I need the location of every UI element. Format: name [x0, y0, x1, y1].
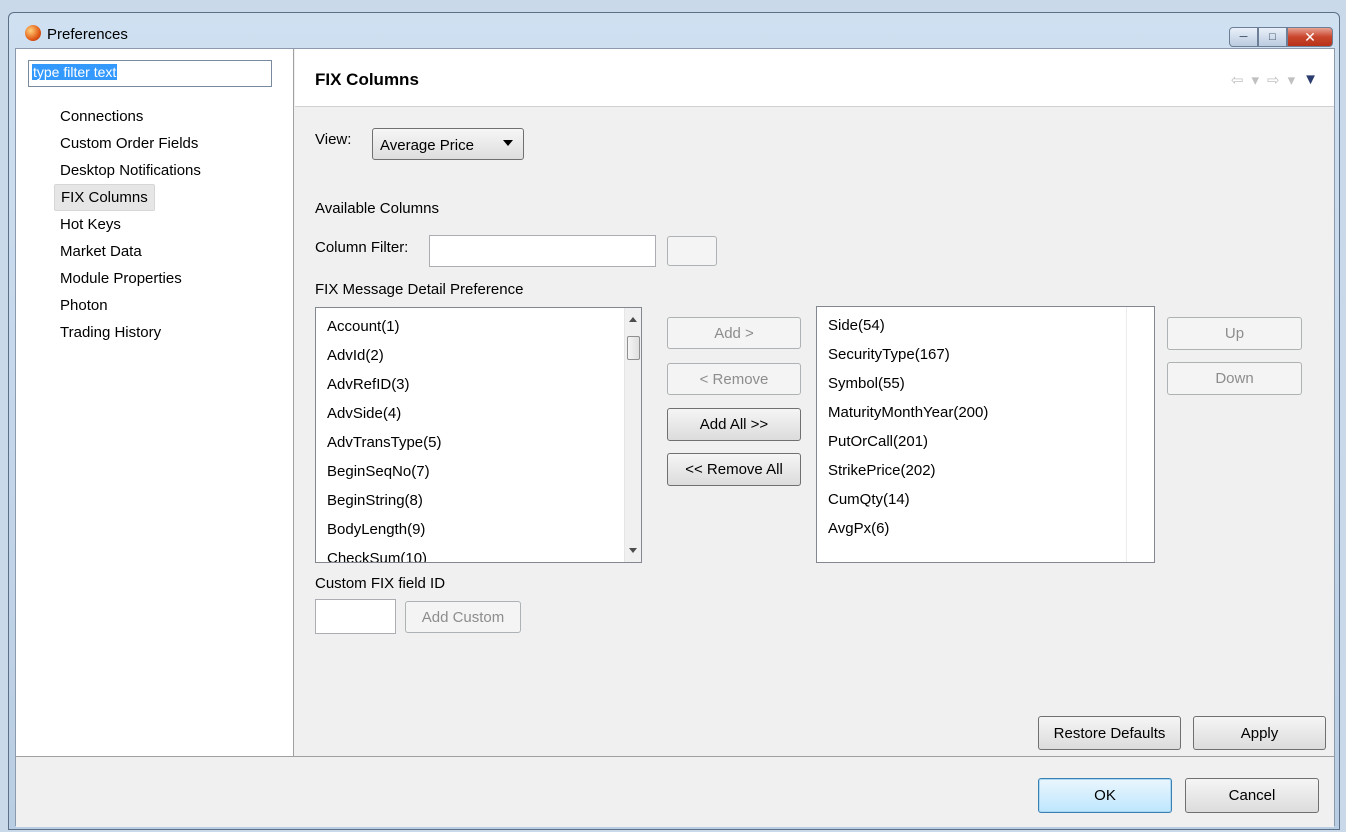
custom-fix-field-input[interactable] [315, 599, 396, 634]
tree-item-module-properties[interactable]: Module Properties [54, 265, 207, 292]
list-item[interactable]: StrikePrice(202) [817, 456, 1154, 485]
restore-defaults-button[interactable]: Restore Defaults [1038, 716, 1181, 750]
list-item[interactable]: Account(1) [316, 312, 641, 341]
list-item[interactable]: PutOrCall(201) [817, 427, 1154, 456]
window-controls: ─ □ ✕ [1229, 27, 1333, 47]
app-icon [25, 25, 41, 41]
list-item[interactable]: MaturityMonthYear(200) [817, 398, 1154, 427]
back-arrow-icon[interactable]: ⇦ [1231, 71, 1244, 89]
list-item[interactable]: CheckSum(10) [316, 544, 641, 562]
view-select[interactable]: Average Price [372, 128, 524, 160]
list-item[interactable]: Side(54) [817, 311, 1154, 340]
apply-button[interactable]: Apply [1193, 716, 1326, 750]
title-bar[interactable]: Preferences ─ □ ✕ [9, 13, 1339, 47]
list-item[interactable]: AdvTransType(5) [316, 428, 641, 457]
page-navigation: ⇦ ▾ ⇨ ▾ ▼ [1231, 71, 1318, 89]
page-header: FIX Columns ⇦ ▾ ⇨ ▾ ▼ [295, 49, 1334, 107]
scroll-up-arrow-icon[interactable] [629, 317, 637, 322]
view-menu-icon[interactable]: ▼ [1303, 71, 1318, 89]
list-item[interactable]: AdvSide(4) [316, 399, 641, 428]
chevron-down-icon [503, 140, 513, 146]
tree-item-desktop-notifications[interactable]: Desktop Notifications [54, 157, 207, 184]
forward-arrow-icon[interactable]: ⇨ [1267, 71, 1280, 89]
tree-item-connections[interactable]: Connections [54, 103, 207, 130]
close-button[interactable]: ✕ [1287, 27, 1333, 47]
remove-all-button[interactable]: << Remove All [667, 453, 801, 486]
tree-item-custom-order-fields[interactable]: Custom Order Fields [54, 130, 207, 157]
column-filter-label: Column Filter: [315, 239, 409, 256]
dialog-client-area: type filter text Connections Custom Orde… [15, 48, 1335, 827]
list-item[interactable]: Symbol(55) [817, 369, 1154, 398]
list-item[interactable]: SecurityType(167) [817, 340, 1154, 369]
minimize-button[interactable]: ─ [1229, 27, 1258, 47]
list-item[interactable]: BeginString(8) [316, 486, 641, 515]
cancel-button[interactable]: Cancel [1185, 778, 1319, 813]
available-columns-list[interactable]: Account(1) AdvId(2) AdvRefID(3) AdvSide(… [315, 307, 642, 563]
list-item[interactable]: AvgPx(6) [817, 514, 1154, 543]
add-all-button[interactable]: Add All >> [667, 408, 801, 441]
column-filter-input[interactable] [429, 235, 656, 267]
back-history-dropdown-icon[interactable]: ▾ [1252, 71, 1260, 89]
list-item[interactable]: AdvId(2) [316, 341, 641, 370]
list-item[interactable]: BodyLength(9) [316, 515, 641, 544]
forward-history-dropdown-icon[interactable]: ▾ [1288, 71, 1296, 89]
remove-button[interactable]: < Remove [667, 363, 801, 395]
clear-button[interactable] [667, 236, 717, 266]
tree-item-photon[interactable]: Photon [54, 292, 207, 319]
ok-button[interactable]: OK [1038, 778, 1172, 813]
preference-tree: Connections Custom Order Fields Desktop … [54, 103, 207, 346]
preference-tree-pane: type filter text Connections Custom Orde… [16, 49, 294, 756]
preferences-window: Preferences ─ □ ✕ type filter text Conne… [8, 12, 1340, 830]
selected-columns-list[interactable]: Side(54) SecurityType(167) Symbol(55) Ma… [816, 306, 1155, 563]
list-item[interactable]: CumQty(14) [817, 485, 1154, 514]
add-custom-button[interactable]: Add Custom [405, 601, 521, 633]
list-divider [1126, 307, 1127, 562]
filter-input[interactable]: type filter text [28, 60, 272, 87]
down-button[interactable]: Down [1167, 362, 1302, 395]
tree-item-market-data[interactable]: Market Data [54, 238, 207, 265]
tree-item-hot-keys[interactable]: Hot Keys [54, 211, 207, 238]
scroll-down-arrow-icon[interactable] [629, 548, 637, 553]
maximize-button[interactable]: □ [1258, 27, 1287, 47]
custom-fix-field-label: Custom FIX field ID [315, 575, 446, 592]
up-button[interactable]: Up [1167, 317, 1302, 350]
list-item[interactable]: AdvRefID(3) [316, 370, 641, 399]
list-item[interactable]: BeginSeqNo(7) [316, 457, 641, 486]
add-button[interactable]: Add > [667, 317, 801, 349]
available-list-scrollbar[interactable] [624, 308, 641, 562]
window-title: Preferences [47, 26, 128, 43]
scroll-thumb[interactable] [627, 336, 640, 360]
page-title: FIX Columns [315, 70, 419, 89]
filter-input-text: type filter text [32, 64, 118, 80]
available-columns-label: Available Columns [315, 200, 439, 217]
view-select-value: Average Price [380, 137, 474, 154]
dialog-button-bar: OK Cancel [16, 756, 1334, 827]
preference-page: FIX Columns ⇦ ▾ ⇨ ▾ ▼ View: Average Pric… [295, 49, 1334, 756]
tree-item-trading-history[interactable]: Trading History [54, 319, 207, 346]
view-label: View: [315, 131, 352, 148]
tree-item-fix-columns[interactable]: FIX Columns [54, 184, 155, 211]
fix-message-detail-preference-label: FIX Message Detail Preference [315, 281, 524, 298]
